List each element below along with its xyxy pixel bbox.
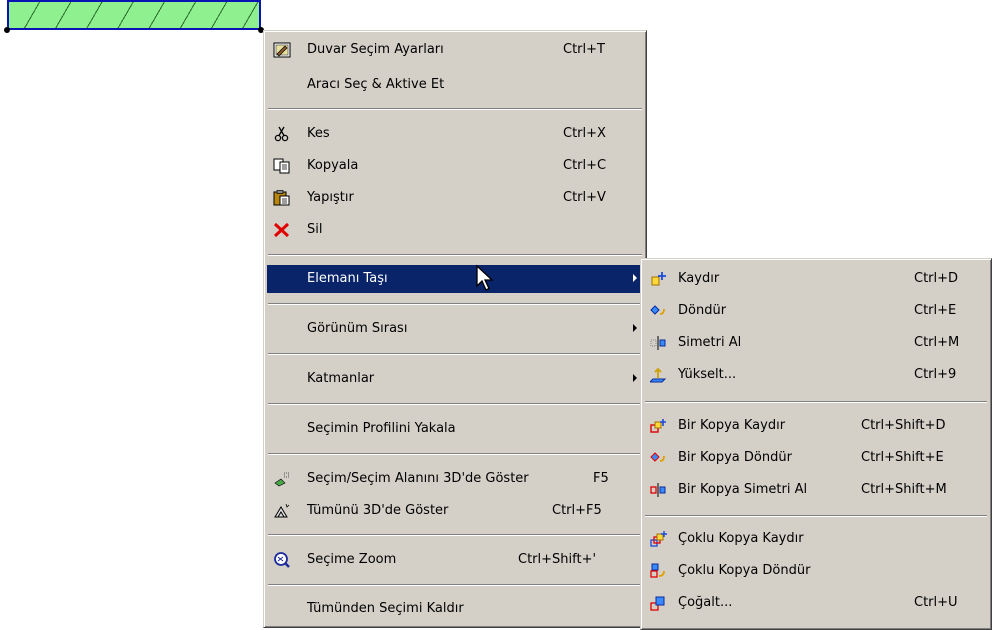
- menu-item-cut[interactable]: Kes Ctrl+X: [267, 120, 643, 148]
- multi-rotate-icon: [650, 563, 668, 579]
- menu-separator: [268, 353, 642, 355]
- drag-icon: [650, 271, 668, 287]
- selected-wall[interactable]: [7, 0, 261, 30]
- menu-item-move-element[interactable]: Elemanı Taşı: [267, 264, 643, 293]
- multiply-icon: [650, 595, 668, 611]
- scissors-icon: [273, 126, 291, 142]
- menu-separator: [645, 401, 987, 403]
- paste-icon: [273, 190, 291, 206]
- menu-item-delete[interactable]: Sil: [267, 216, 643, 244]
- submenu-item-multi-drag[interactable]: Çoklu Kopya Kaydır: [644, 525, 988, 553]
- mouse-cursor-icon: [476, 264, 494, 291]
- zoom-icon: [273, 552, 291, 568]
- submenu-item-multi-rotate[interactable]: Çoklu Kopya Döndür: [644, 557, 988, 585]
- submenu-item-mirror-copy[interactable]: Bir Kopya Simetri Al Ctrl+Shift+M: [644, 476, 988, 504]
- submenu-item-drag[interactable]: Kaydır Ctrl+D: [644, 265, 988, 293]
- elevate-icon: [648, 367, 668, 383]
- menu-item-copy[interactable]: Kopyala Ctrl+C: [267, 152, 643, 180]
- submenu-move-element: Kaydır Ctrl+D Döndür Ctrl+E Simetri Al C…: [640, 258, 992, 630]
- rotate-icon: [650, 303, 668, 319]
- menu-separator: [268, 303, 642, 305]
- drag-copy-icon: [650, 418, 668, 434]
- red-x-icon: [273, 222, 291, 238]
- submenu-arrow-icon: [633, 374, 637, 382]
- menu-item-capture-profile[interactable]: Seçimin Profilini Yakala: [267, 415, 643, 443]
- submenu-item-rotate[interactable]: Döndür Ctrl+E: [644, 297, 988, 325]
- menu-separator: [268, 534, 642, 536]
- menu-item-show-3d-selection[interactable]: Seçim/Seçim Alanını 3D'de Göster F5: [267, 465, 643, 493]
- submenu-item-rotate-copy[interactable]: Bir Kopya Döndür Ctrl+Shift+E: [644, 444, 988, 472]
- 3d-all-icon: [273, 503, 291, 519]
- submenu-item-multiply[interactable]: Çoğalt... Ctrl+U: [644, 589, 988, 617]
- menu-item-zoom-selection[interactable]: Seçime Zoom Ctrl+Shift+': [267, 546, 643, 574]
- mirror-icon: [650, 335, 668, 351]
- menu-separator: [645, 515, 987, 517]
- wall-handle-left[interactable]: [4, 27, 10, 33]
- submenu-item-mirror[interactable]: Simetri Al Ctrl+M: [644, 329, 988, 357]
- mirror-copy-icon: [650, 482, 668, 498]
- submenu-arrow-icon: [633, 274, 637, 282]
- multi-drag-icon: [650, 531, 668, 547]
- menu-item-display-order[interactable]: Görünüm Sırası: [267, 315, 643, 343]
- menu-item-layers[interactable]: Katmanlar: [267, 365, 643, 393]
- menu-separator: [268, 403, 642, 405]
- submenu-arrow-icon: [633, 324, 637, 332]
- menu-item-show-all-3d[interactable]: Tümünü 3D'de Göster Ctrl+F5: [267, 497, 643, 525]
- menu-separator: [268, 584, 642, 586]
- 3d-selection-icon: [273, 471, 291, 487]
- wall-settings-icon: [273, 42, 291, 58]
- menu-separator: [268, 108, 642, 110]
- menu-item-select-activate-tool[interactable]: Aracı Seç & Aktive Et: [267, 71, 643, 99]
- menu-item-deselect-all[interactable]: Tümünden Seçimi Kaldır: [267, 595, 643, 623]
- menu-separator: [268, 254, 642, 256]
- menu-separator: [268, 453, 642, 455]
- context-menu: Duvar Seçim Ayarları Ctrl+T Aracı Seç & …: [263, 30, 647, 628]
- rotate-copy-icon: [650, 450, 668, 466]
- submenu-item-elevate[interactable]: Yükselt... Ctrl+9: [644, 361, 988, 389]
- menu-item-wall-settings[interactable]: Duvar Seçim Ayarları Ctrl+T: [267, 36, 643, 64]
- submenu-item-drag-copy[interactable]: Bir Kopya Kaydır Ctrl+Shift+D: [644, 412, 988, 440]
- copy-icon: [273, 158, 291, 174]
- menu-item-paste[interactable]: Yapıştır Ctrl+V: [267, 184, 643, 212]
